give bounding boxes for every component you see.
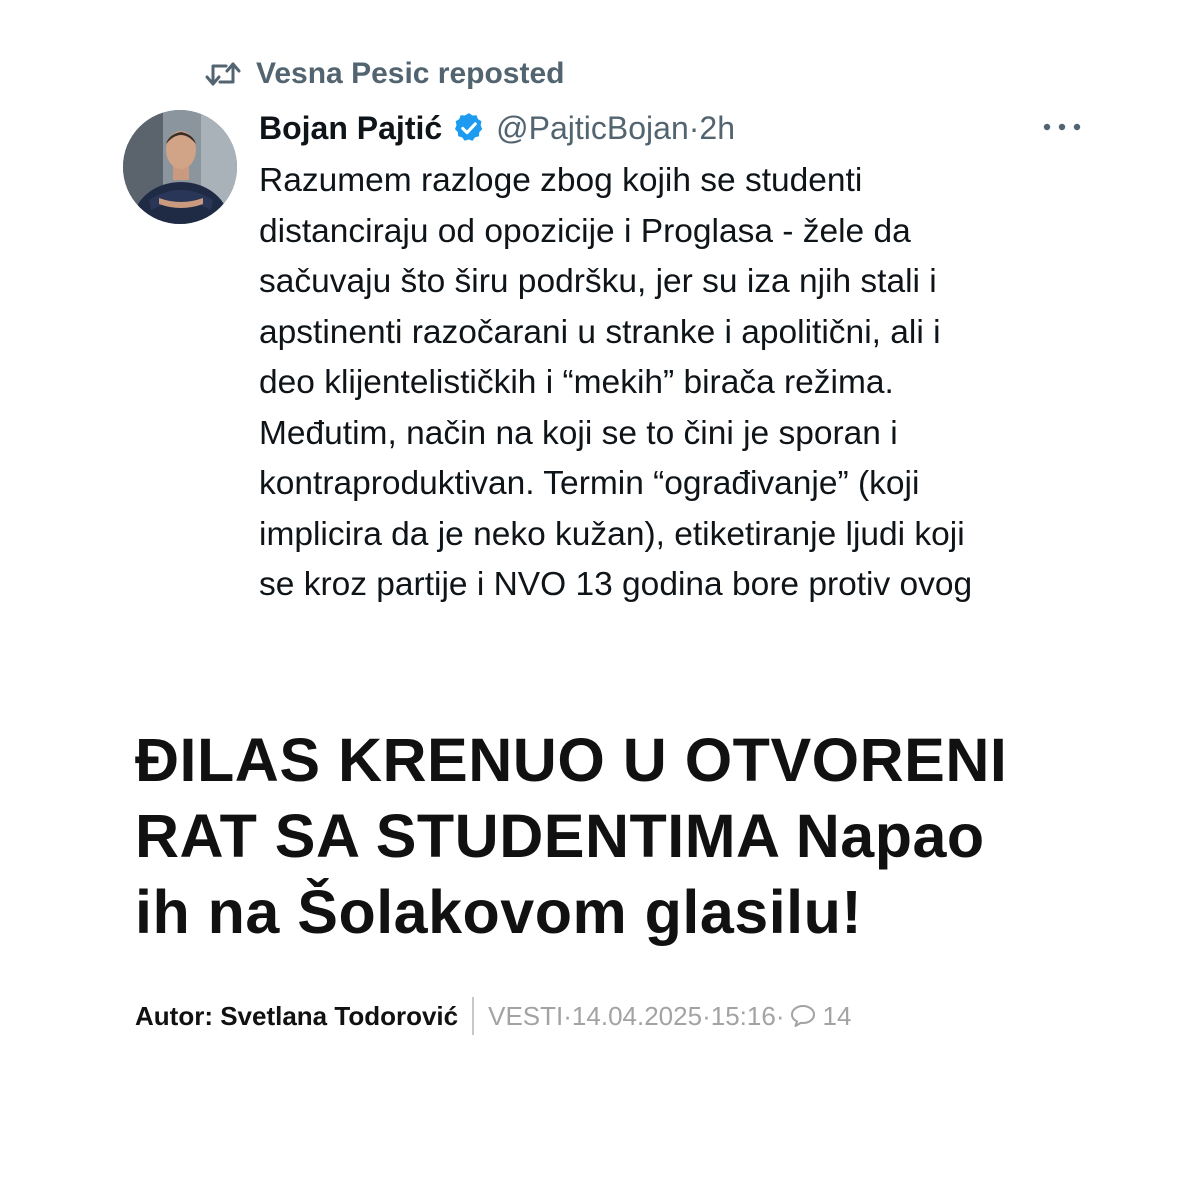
tweet-text-line: se kroz partije i NVO 13 godina bore pro… [259,566,973,603]
tweet-text-line: Razumem razloge zbog kojih se studenti [259,162,863,199]
meta-separator: · [563,1000,572,1031]
repost-icon [204,59,242,89]
tweet-text-line: Međutim, način na koji se to čini je spo… [259,414,898,452]
headline-line: ĐILAS KRENUO U OTVORENI [135,726,1008,794]
meta-divider [472,997,475,1035]
separator-dot: · [688,109,700,146]
meta-separator: · [702,1000,711,1031]
article-category[interactable]: VESTI [488,1001,563,1032]
tweet-text-line: sačuvaju što širu podršku, jer su iza nj… [259,263,937,300]
article-date: 14.04.2025 [571,1000,703,1031]
author-name[interactable]: Bojan Pajtić [259,110,442,147]
more-options-icon[interactable] [1042,112,1082,142]
repost-label: Vesna Pesic reposted [256,57,565,90]
avatar[interactable] [123,110,237,224]
headline-line: ih na Šolakovom glasilu! [135,878,863,946]
article-headline[interactable]: ĐILAS KRENUO U OTVORENI RAT SA STUDENTIM… [135,722,1095,950]
verified-badge-icon [452,111,486,145]
article-byline[interactable]: Autor: Svetlana Todorović [135,1001,458,1032]
headline-line: RAT SA STUDENTIMA Napao [135,802,985,870]
tweet-timestamp[interactable]: 2h [699,110,735,147]
tweet-text: Razumem razloge zbog kojih se studenti d… [259,156,1099,611]
meta-separator: · [775,1000,785,1031]
comments-count[interactable]: 14 [822,1001,851,1032]
article-meta: Autor: Svetlana Todorović VESTI · 14.04.… [135,996,851,1036]
tweet-text-line: deo klijentelističkih i “mekih” birača r… [259,364,894,401]
repost-header[interactable]: Vesna Pesic reposted [204,54,565,94]
article-time: 15:16 [710,1000,776,1031]
comment-icon[interactable] [790,1004,816,1028]
tweet-text-line: apstinenti razočarani u stranke i apolit… [259,313,941,351]
tweet-text-line: kontraproduktivan. Termin “ograđivanje” … [259,465,920,502]
tweet-text-line: implicira da je neko kužan), etiketiranj… [259,515,965,553]
author-handle[interactable]: @PajticBojan [496,110,689,147]
tweet-text-line: distanciraju od opozicije i Proglasa - ž… [259,212,911,250]
tweet-header: Bojan Pajtić @PajticBojan · 2h [259,106,1090,150]
